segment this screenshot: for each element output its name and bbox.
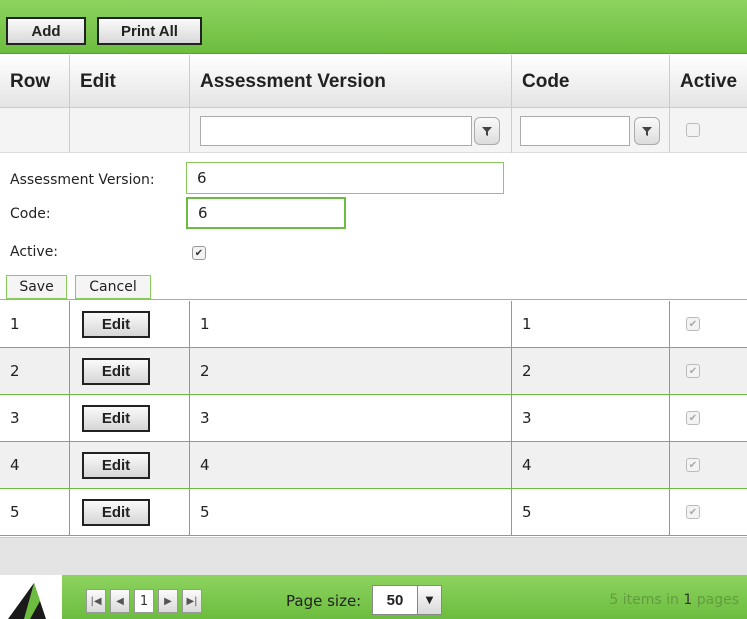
code-cell: 5: [512, 489, 670, 535]
active-cell: ✔: [670, 442, 747, 488]
code-label: Code:: [10, 206, 51, 222]
page-size-value: 50: [386, 591, 404, 609]
next-page-icon: ▶: [164, 595, 172, 607]
column-header-edit[interactable]: Edit: [70, 55, 190, 108]
column-header-row[interactable]: Row: [0, 55, 70, 108]
active-cell: ✔: [670, 348, 747, 394]
grid-pager: |◀ ◀ 1 ▶ ▶| Page size: 50 ▼ 5 items in 1…: [0, 575, 747, 619]
summary-count: 5 items in: [609, 592, 679, 608]
table-row: 5 Edit 5 5 ✔: [0, 489, 747, 536]
logo: [0, 575, 62, 619]
table-row: 2 Edit 2 2 ✔: [0, 348, 747, 395]
filter-cell-version: [190, 108, 512, 153]
version-cell: 5: [190, 489, 512, 535]
edit-button[interactable]: Edit: [82, 452, 150, 479]
edit-button[interactable]: Edit: [82, 311, 150, 338]
table-row: 1 Edit 1 1 ✔: [0, 301, 747, 348]
edit-cell: Edit: [70, 301, 190, 347]
code-input[interactable]: 6: [186, 197, 346, 229]
current-page[interactable]: 1: [134, 589, 154, 613]
row-number: 2: [0, 348, 70, 394]
page-size-label: Page size:: [286, 592, 362, 610]
grid-toolbar: Add Print All: [0, 0, 747, 54]
chevron-down-icon[interactable]: ▼: [417, 586, 441, 614]
active-filter-checkbox[interactable]: [686, 123, 700, 137]
filter-row: [0, 108, 747, 153]
pager-summary: 5 items in 1 pages: [609, 592, 739, 608]
version-cell: 2: [190, 348, 512, 394]
summary-pages: 1: [683, 592, 693, 608]
edit-button[interactable]: Edit: [82, 499, 150, 526]
version-input[interactable]: 6: [186, 162, 504, 194]
version-cell: 1: [190, 301, 512, 347]
last-page-icon: ▶|: [186, 595, 198, 607]
filter-cell-row: [0, 108, 70, 153]
table-row: 4 Edit 4 4 ✔: [0, 442, 747, 489]
active-cell: ✔: [670, 301, 747, 347]
filter-icon: [642, 127, 652, 136]
edit-cell: Edit: [70, 395, 190, 441]
code-filter-input[interactable]: [520, 116, 630, 146]
grid-empty-area: [0, 537, 747, 575]
grid-header: Row Edit Assessment Version Code Active: [0, 55, 747, 108]
add-button[interactable]: Add: [6, 17, 86, 45]
version-label: Assessment Version:: [10, 172, 155, 188]
column-header-assessment-version[interactable]: Assessment Version: [190, 55, 512, 108]
edit-cell: Edit: [70, 348, 190, 394]
last-page-button[interactable]: ▶|: [182, 589, 202, 613]
row-number: 4: [0, 442, 70, 488]
filter-cell-active: [670, 108, 747, 153]
column-header-active[interactable]: Active: [670, 55, 747, 108]
code-cell: 2: [512, 348, 670, 394]
page-size-select[interactable]: 50 ▼: [372, 585, 442, 615]
edit-button[interactable]: Edit: [82, 405, 150, 432]
save-button[interactable]: Save: [6, 275, 67, 299]
active-cell: ✔: [670, 489, 747, 535]
filter-icon: [482, 127, 492, 136]
code-filter-button[interactable]: [634, 117, 660, 145]
active-checkbox-disabled: ✔: [686, 458, 700, 472]
previous-page-button[interactable]: ◀: [110, 589, 130, 613]
cancel-button[interactable]: Cancel: [75, 275, 151, 299]
first-page-icon: |◀: [90, 595, 102, 607]
code-cell: 4: [512, 442, 670, 488]
active-checkbox[interactable]: ✔: [192, 246, 206, 260]
first-page-button[interactable]: |◀: [86, 589, 106, 613]
row-number: 3: [0, 395, 70, 441]
logo-icon: [8, 583, 46, 619]
edit-cell: Edit: [70, 489, 190, 535]
next-page-button[interactable]: ▶: [158, 589, 178, 613]
active-checkbox-disabled: ✔: [686, 364, 700, 378]
active-checkbox-disabled: ✔: [686, 505, 700, 519]
code-cell: 1: [512, 301, 670, 347]
filter-cell-code: [512, 108, 670, 153]
row-number: 5: [0, 489, 70, 535]
row-number: 1: [0, 301, 70, 347]
version-cell: 4: [190, 442, 512, 488]
active-label: Active:: [10, 244, 59, 260]
version-filter-button[interactable]: [474, 117, 500, 145]
filter-cell-edit: [70, 108, 190, 153]
column-header-code[interactable]: Code: [512, 55, 670, 108]
table-row: 3 Edit 3 3 ✔: [0, 395, 747, 442]
previous-page-icon: ◀: [116, 595, 124, 607]
code-cell: 3: [512, 395, 670, 441]
active-cell: ✔: [670, 395, 747, 441]
version-cell: 3: [190, 395, 512, 441]
edit-cell: Edit: [70, 442, 190, 488]
version-filter-input[interactable]: [200, 116, 472, 146]
print-all-button[interactable]: Print All: [97, 17, 202, 45]
active-checkbox-disabled: ✔: [686, 317, 700, 331]
edit-button[interactable]: Edit: [82, 358, 150, 385]
active-checkbox-disabled: ✔: [686, 411, 700, 425]
summary-suffix: pages: [696, 592, 739, 608]
edit-form: Assessment Version: 6 Code: 6 Active: ✔ …: [0, 154, 747, 300]
